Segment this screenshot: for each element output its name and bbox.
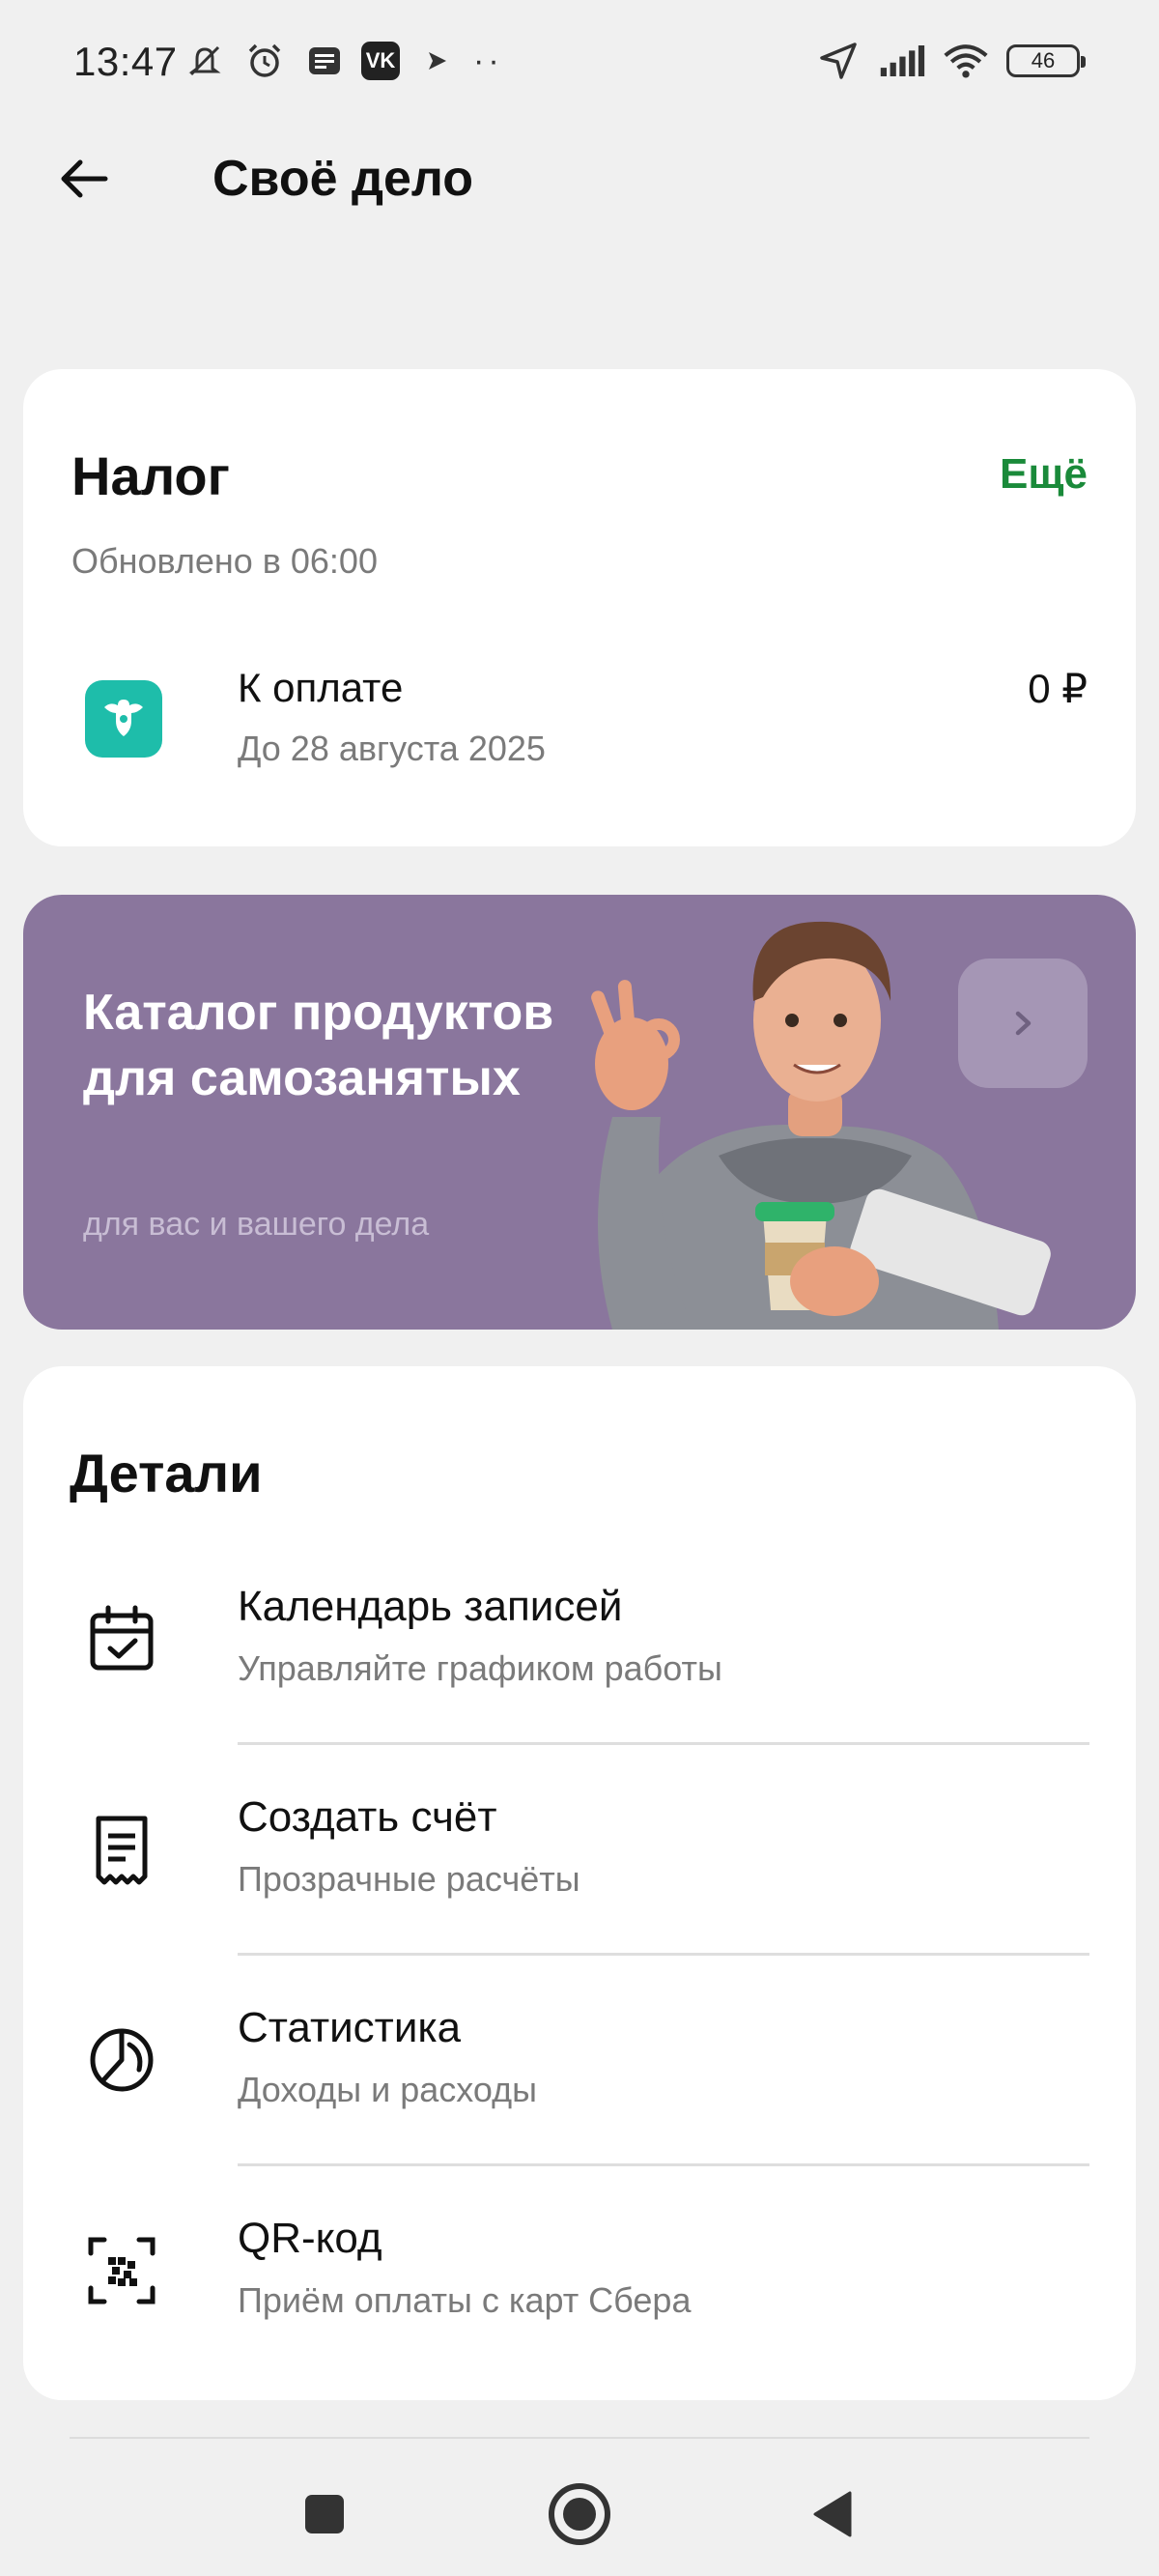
receipt-icon	[83, 1811, 160, 1888]
status-bar: 13:47 VK ·· 46	[0, 0, 1159, 126]
page-title: Своё дело	[212, 151, 474, 207]
detail-item-subtitle: Управляйте графиком работы	[238, 1648, 722, 1688]
play-icon	[413, 38, 460, 84]
detail-item-label: Создать счёт	[238, 1793, 497, 1841]
detail-item-label: QR-код	[238, 2215, 382, 2262]
tax-due-label: К оплате	[238, 665, 404, 710]
catalog-banner[interactable]: Каталог продуктов для самозанятых для ва…	[23, 895, 1136, 1330]
system-nav-bar	[0, 2454, 1159, 2561]
location-icon	[815, 38, 862, 84]
signal-icon	[879, 38, 925, 84]
detail-item-subtitle: Прозрачные расчёты	[238, 1859, 580, 1899]
battery-icon: 46	[1006, 44, 1086, 77]
home-circle-icon	[549, 2483, 610, 2545]
banner-open-button[interactable]	[958, 959, 1088, 1088]
notes-icon	[301, 38, 348, 84]
back-button[interactable]	[50, 145, 118, 213]
recents-square-icon	[305, 2495, 344, 2533]
detail-item-statistics[interactable]: Статистика Доходы и расходы	[23, 1956, 1136, 2166]
back-triangle-icon	[813, 2491, 852, 2537]
tax-amount: 0 ₽	[1028, 666, 1088, 711]
detail-item-label: Статистика	[238, 2004, 462, 2051]
status-right-icons: 46	[815, 37, 1086, 85]
tax-emblem-icon	[85, 680, 162, 758]
tax-more-link[interactable]: Ещё	[1000, 450, 1088, 499]
details-card: Детали Календарь записей Управляйте граф…	[23, 1366, 1136, 2400]
details-title: Детали	[70, 1443, 263, 1503]
tax-updated-time: Обновлено в 06:00	[71, 541, 378, 581]
tax-card[interactable]: Налог Ещё Обновлено в 06:00 К оплате До …	[23, 369, 1136, 846]
chevron-right-icon	[1015, 1011, 1032, 1036]
bottom-divider	[70, 2437, 1089, 2439]
status-time: 13:47	[73, 39, 178, 84]
more-dots-icon: ··	[473, 42, 503, 79]
calendar-icon	[83, 1600, 160, 1677]
qr-code-icon	[83, 2232, 160, 2309]
detail-item-subtitle: Приём оплаты с карт Сбера	[238, 2280, 692, 2320]
tax-due-date: До 28 августа 2025	[238, 729, 546, 768]
detail-item-label: Календарь записей	[238, 1583, 623, 1630]
banner-subtitle: для вас и вашего дела	[83, 1206, 430, 1243]
home-button[interactable]	[541, 2476, 618, 2553]
back-nav-button[interactable]	[794, 2476, 871, 2553]
mute-icon	[182, 38, 228, 84]
pie-chart-icon	[83, 2021, 160, 2099]
detail-item-subtitle: Доходы и расходы	[238, 2070, 537, 2109]
detail-item-qr[interactable]: QR-код Приём оплаты с карт Сбера	[23, 2166, 1136, 2377]
detail-item-calendar[interactable]: Календарь записей Управляйте графиком ра…	[23, 1534, 1136, 1745]
detail-item-invoice[interactable]: Создать счёт Прозрачные расчёты	[23, 1745, 1136, 1956]
tax-title: Налог	[71, 445, 230, 506]
vk-icon: VK	[361, 42, 400, 80]
status-left-icons: VK ··	[182, 37, 503, 85]
recents-button[interactable]	[286, 2476, 363, 2553]
alarm-icon	[241, 38, 288, 84]
banner-title: Каталог продуктов для самозанятых	[83, 985, 554, 1106]
arrow-left-icon	[61, 159, 108, 198]
wifi-icon	[943, 38, 989, 84]
